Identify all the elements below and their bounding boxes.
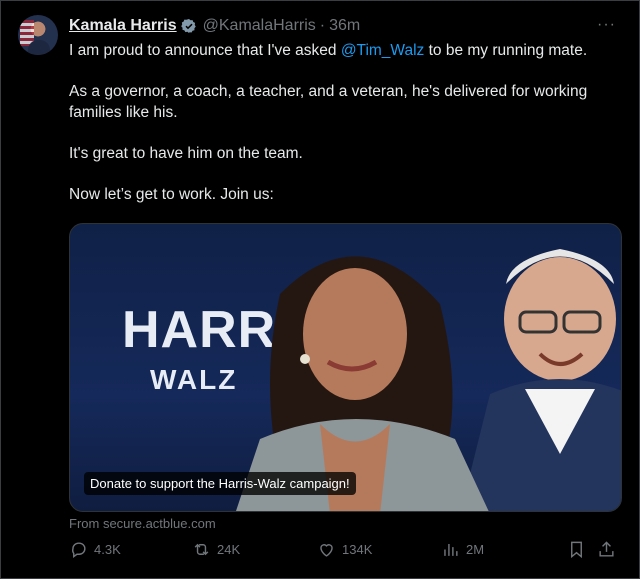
- avatar[interactable]: [18, 15, 58, 55]
- more-icon[interactable]: ···: [597, 16, 616, 34]
- text-segment: to be my running mate.: [424, 42, 588, 59]
- verified-badge-icon: [180, 19, 196, 33]
- post-time[interactable]: 36m: [329, 17, 360, 35]
- like-button[interactable]: 134K: [317, 540, 372, 559]
- like-icon: [320, 544, 333, 557]
- mention-link[interactable]: @Tim_Walz: [341, 42, 424, 59]
- action-bar: 4.3K 24K 134K 2M: [69, 540, 621, 570]
- avatar-figure: [28, 40, 50, 55]
- reply-count: 4.3K: [94, 542, 121, 557]
- share-button[interactable]: [597, 540, 622, 559]
- share-icon: [599, 541, 614, 557]
- post-paragraph-4: Now let’s get to work. Join us:: [69, 186, 274, 203]
- author-handle[interactable]: @KamalaHarris: [203, 17, 316, 35]
- views-icon: [444, 543, 458, 556]
- post-paragraph-1: I am proud to announce that I've asked @…: [69, 40, 625, 61]
- reply-button[interactable]: 4.3K: [69, 540, 121, 559]
- bookmark-icon: [571, 541, 582, 559]
- separator: ·: [319, 17, 326, 34]
- post-text: I am proud to announce that I've asked @…: [69, 40, 625, 225]
- post-paragraph-2: As a governor, a coach, a teacher, and a…: [69, 83, 588, 121]
- card-photo: [236, 249, 621, 511]
- post-header: Kamala Harris @KamalaHarris · 36m: [69, 16, 620, 36]
- card-caption: Donate to support the Harris-Walz campai…: [84, 472, 356, 495]
- reply-icon: [72, 542, 86, 559]
- repost-button[interactable]: 24K: [192, 540, 240, 559]
- post-paragraph-3: It's great to have him on the team.: [69, 145, 303, 162]
- link-card[interactable]: HARRIS WALZ Donate to support the Harris…: [69, 223, 622, 512]
- bookmark-button[interactable]: [567, 540, 592, 559]
- repost-count: 24K: [217, 542, 241, 557]
- card-source[interactable]: From secure.actblue.com: [69, 516, 216, 531]
- views-count: 2M: [466, 542, 485, 557]
- repost-icon: [194, 543, 209, 556]
- like-count: 134K: [342, 542, 373, 557]
- author-name[interactable]: Kamala Harris: [69, 17, 177, 35]
- views-button[interactable]: 2M: [441, 540, 484, 559]
- text-segment: I am proud to announce that I've asked: [69, 42, 341, 59]
